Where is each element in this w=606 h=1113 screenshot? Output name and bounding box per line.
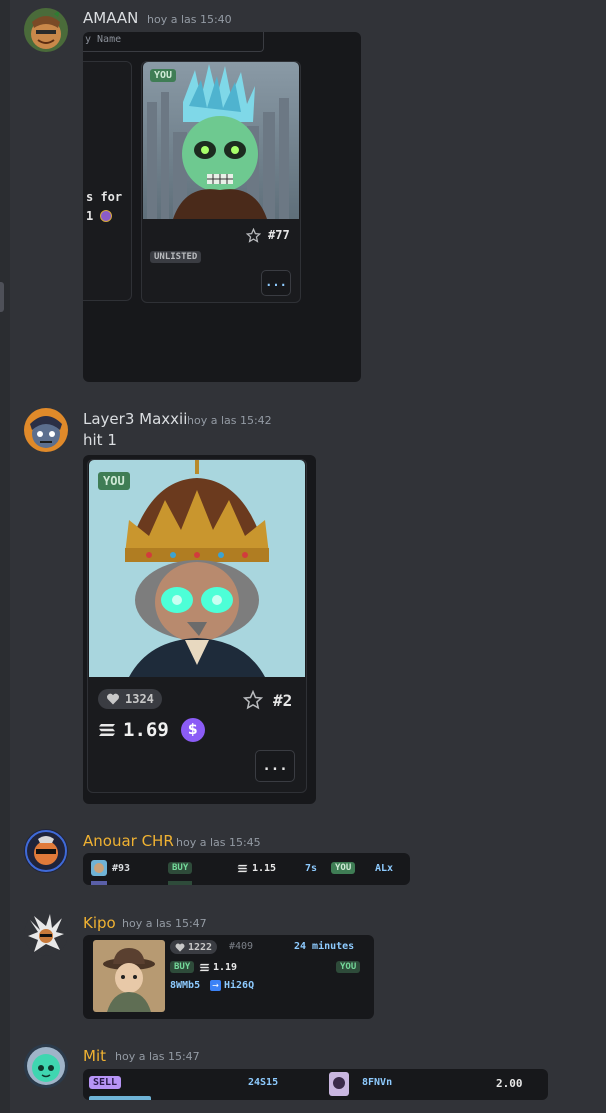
- nft-card[interactable]: YOU #77 UNLISTED ...: [141, 61, 301, 303]
- likes-pill[interactable]: 1222: [170, 940, 218, 954]
- author-name[interactable]: Layer3 Maxxii: [83, 410, 187, 428]
- from-wallet[interactable]: 8WMb5: [170, 980, 200, 991]
- trade-age: 24 minutes: [294, 941, 355, 952]
- heart-icon: [175, 943, 185, 952]
- solana-icon: [237, 864, 248, 873]
- trade-code: 24S15: [248, 1077, 279, 1088]
- nft-card[interactable]: YOU 1324 #2 1.69 $ ...: [87, 459, 307, 793]
- message-text: hit 1: [83, 431, 117, 449]
- favorite-star-icon[interactable]: [246, 228, 261, 243]
- dollar-icon[interactable]: $: [180, 718, 205, 742]
- you-badge: YOU: [331, 862, 356, 874]
- card-text: s for: [86, 190, 123, 204]
- more-options-button[interactable]: ...: [255, 750, 295, 782]
- avatar[interactable]: [24, 408, 68, 452]
- nft-thumbnail: [93, 940, 165, 1012]
- message-layer3: Layer3 Maxxii hoy a las 15:42 hit 1 YOU …: [0, 400, 606, 810]
- message-kipo: Kipo hoy a las 15:47 1222 #409 24 minute…: [0, 904, 606, 1024]
- action-badge: SELL: [89, 1076, 122, 1089]
- author-name[interactable]: Mit: [83, 1047, 106, 1065]
- nft-number: #93: [112, 863, 131, 874]
- trade-embed[interactable]: #93 BUY 1.15 7s YOU ALx: [83, 853, 410, 885]
- trade-embed[interactable]: 1222 #409 24 minutes BUY 1.19 YOU 8WMb5 …: [83, 935, 374, 1019]
- message-timestamp: hoy a las 15:42: [187, 414, 272, 427]
- message-mit: Mit hoy a las 15:47 SELL 24S15 8FNVn 2.0…: [0, 1036, 606, 1113]
- trade-age: 7s: [305, 863, 318, 874]
- likes-pill[interactable]: 1324: [98, 689, 162, 709]
- avatar[interactable]: [24, 912, 68, 956]
- author-name[interactable]: AMAAN: [83, 9, 138, 27]
- nft-embed: YOU 1324 #2 1.69 $ ...: [83, 455, 316, 804]
- solana-icon: [99, 724, 115, 736]
- search-placeholder: y Name: [85, 34, 122, 45]
- avatar[interactable]: [24, 8, 68, 52]
- message-timestamp: hoy a las 15:45: [176, 836, 261, 849]
- next-row-partial: [91, 881, 107, 885]
- nft-image: [143, 62, 299, 219]
- next-row-partial: [89, 1096, 151, 1100]
- card-text: 1: [86, 209, 94, 223]
- heart-icon: [107, 693, 119, 705]
- price-value: 1.69: [123, 719, 169, 741]
- message-timestamp: hoy a las 15:40: [147, 13, 232, 26]
- coin-icon: [100, 210, 112, 222]
- nft-number: #77: [268, 228, 290, 242]
- message-anouar: Anouar CHR hoy a las 15:45 #93 BUY 1.15 …: [0, 822, 606, 892]
- price-value: 1.19: [213, 962, 238, 973]
- arrow-right-icon: →: [210, 980, 221, 991]
- next-row-partial: [168, 881, 192, 885]
- message-amaan: AMAAN hoy a las 15:40 y Name s for 1 YOU…: [0, 0, 606, 390]
- to-wallet[interactable]: Hi26Q: [224, 980, 254, 991]
- nft-number: #2: [273, 691, 293, 710]
- message-timestamp: hoy a las 15:47: [122, 917, 207, 930]
- nft-number: #409: [229, 941, 254, 952]
- nft-thumbnail: [91, 860, 107, 876]
- you-badge: YOU: [98, 472, 130, 490]
- you-badge: YOU: [336, 961, 361, 973]
- more-options-button[interactable]: ...: [261, 270, 291, 296]
- search-field-partial[interactable]: y Name: [83, 32, 264, 52]
- favorite-star-icon[interactable]: [243, 690, 263, 710]
- user-name[interactable]: 8FNVn: [362, 1077, 392, 1088]
- likes-count: 1222: [188, 941, 213, 953]
- action-badge: BUY: [168, 862, 193, 874]
- trade-embed[interactable]: SELL 24S15 8FNVn 2.00: [83, 1069, 548, 1100]
- nft-card-partial[interactable]: s for 1: [83, 61, 132, 301]
- likes-count: 1324: [125, 692, 154, 706]
- you-badge: YOU: [150, 69, 177, 82]
- user-avatar: [329, 1072, 349, 1096]
- nft-embed: y Name s for 1 YOU #77 UNLISTED ...: [83, 32, 361, 382]
- avatar[interactable]: [24, 829, 68, 873]
- price-value: 1.15: [252, 863, 277, 874]
- avatar[interactable]: [24, 1044, 68, 1088]
- price-value: 2.00: [496, 1077, 523, 1090]
- user-name[interactable]: ALx: [375, 863, 393, 874]
- author-name[interactable]: Anouar CHR: [83, 832, 174, 850]
- message-timestamp: hoy a las 15:47: [115, 1050, 200, 1063]
- nft-image: [89, 460, 305, 677]
- solana-icon: [199, 963, 210, 972]
- action-badge: BUY: [170, 961, 195, 973]
- status-badge: UNLISTED: [150, 251, 202, 263]
- price-row: 1.69 $: [98, 718, 205, 742]
- author-name[interactable]: Kipo: [83, 914, 116, 932]
